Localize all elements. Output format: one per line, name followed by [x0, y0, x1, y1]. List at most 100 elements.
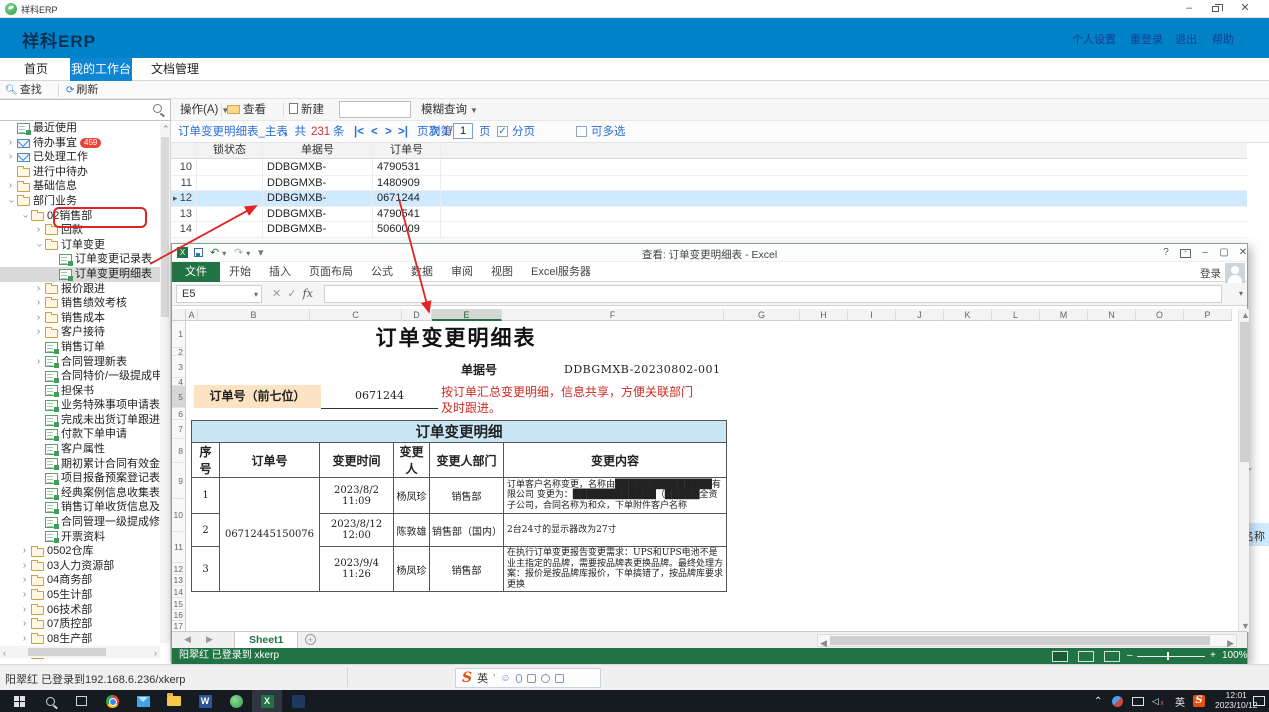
sidebar-item[interactable]: ›客户接待 — [0, 325, 170, 340]
chevron-collapsed-icon[interactable]: › — [18, 544, 31, 559]
column-letter[interactable]: H — [800, 309, 848, 321]
scroll-thumb[interactable] — [1240, 322, 1249, 462]
refresh-button[interactable]: ⟳刷新 — [66, 83, 98, 97]
find-button[interactable]: 🔍︎查找 — [5, 83, 42, 97]
table-row[interactable]: 14DDBGMXB-20230721-0035060009 — [171, 222, 1247, 238]
chevron-collapsed-icon[interactable]: › — [32, 355, 45, 370]
page-break-view-icon[interactable] — [1104, 651, 1120, 662]
sidebar-hscrollbar[interactable]: ‹ › — [0, 646, 160, 658]
zoom-level[interactable]: 100% — [1222, 648, 1248, 664]
sidebar-item[interactable]: 合同特价/一级提成申请 — [0, 369, 170, 384]
formula-input[interactable] — [324, 285, 1222, 303]
select-all-corner[interactable] — [172, 309, 186, 321]
column-letter[interactable]: G — [724, 309, 800, 321]
excel-close-button[interactable]: ✕ — [1234, 246, 1252, 260]
sidebar-item[interactable]: ›回款 — [0, 223, 170, 238]
column-letter[interactable]: D — [402, 309, 432, 321]
ime-punct-icon[interactable]: ’ — [493, 673, 495, 684]
sidebar-item[interactable]: ›销售绩效考核 — [0, 296, 170, 311]
column-letter[interactable]: L — [992, 309, 1040, 321]
column-letter[interactable]: J — [896, 309, 944, 321]
last-page-button[interactable]: >| — [398, 125, 408, 139]
chevron-collapsed-icon[interactable]: › — [32, 325, 45, 340]
paging-checkbox[interactable]: ✓ — [497, 126, 508, 137]
column-letter[interactable]: B — [198, 309, 310, 321]
sidebar-item[interactable]: 客户属性 — [0, 442, 170, 457]
row-number[interactable]: 2 — [172, 348, 186, 356]
help-button[interactable]: ? — [1157, 246, 1175, 260]
sidebar-item[interactable]: ›02销售部 — [0, 209, 170, 224]
task-view-button[interactable] — [66, 690, 96, 712]
sidebar-item[interactable]: ›销售成本 — [0, 311, 170, 326]
column-letter[interactable]: P — [1184, 309, 1232, 321]
scroll-left-icon[interactable]: ‹ — [3, 648, 6, 658]
sidebar-item[interactable]: ›06技术部 — [0, 603, 170, 618]
app-button[interactable] — [283, 690, 313, 712]
sidebar-item[interactable]: 完成未出货订单跟进表 — [0, 413, 170, 428]
sidebar-item[interactable]: 付款下单申请 — [0, 427, 170, 442]
sidebar-item[interactable]: 业务特殊事项申请表 — [0, 398, 170, 413]
column-headers[interactable]: ABCDEFGHIJKLMNOP — [186, 309, 1232, 321]
column-letter[interactable]: F — [502, 309, 724, 321]
ribbon-options-icon[interactable]: ⌃ — [1180, 249, 1191, 258]
zoom-slider-knob[interactable] — [1167, 652, 1169, 660]
ime-toolbar[interactable]: S 英 ’ ☺ — [455, 668, 601, 688]
table-row[interactable]: 10DDBGMXB-20230816-0014790531 — [171, 160, 1247, 176]
ribbon-tab[interactable]: 数据 — [402, 262, 442, 282]
minimize-button[interactable]: – — [1178, 2, 1200, 16]
chevron-expanded-icon[interactable]: › — [3, 195, 18, 208]
sidebar-item[interactable]: 经典案例信息收集表 — [0, 486, 170, 501]
chevron-collapsed-icon[interactable]: › — [18, 588, 31, 603]
fx-icon[interactable]: fx — [303, 287, 313, 300]
link-personal-settings[interactable]: 个人设置 — [1072, 31, 1116, 47]
goto-page-input[interactable] — [453, 123, 473, 139]
chevron-collapsed-icon[interactable]: › — [18, 632, 31, 647]
excel-taskbar-button[interactable]: X — [252, 690, 282, 712]
restore-button[interactable] — [1212, 6, 1219, 12]
erp-app-button[interactable] — [221, 690, 251, 712]
sidebar-item[interactable]: 最近使用 — [0, 121, 170, 136]
row-number[interactable]: 10 — [172, 499, 186, 532]
sidebar-vscrollbar[interactable]: ⌃ — [160, 123, 170, 643]
zoom-slider[interactable] — [1137, 656, 1205, 657]
scroll-thumb[interactable] — [830, 636, 1210, 645]
sidebar-item[interactable]: 订单变更记录表 — [0, 252, 170, 267]
search-icon[interactable] — [153, 104, 162, 113]
row-number[interactable]: 5 — [172, 386, 186, 408]
excel-login-link[interactable]: 登录 — [1200, 266, 1221, 281]
sidebar-item[interactable]: ›03人力资源部 — [0, 559, 170, 574]
ribbon-tab[interactable]: Excel服务器 — [522, 262, 600, 282]
sidebar-item[interactable]: 销售订单收货信息及下单备 — [0, 500, 170, 515]
sidebar-item[interactable]: 期初累计合同有效金额 — [0, 457, 170, 472]
multiselect-checkbox[interactable] — [576, 126, 587, 137]
ribbon-tab[interactable]: 页面布局 — [300, 262, 362, 282]
sidebar-item[interactable]: ›07质控部 — [0, 617, 170, 632]
chevron-collapsed-icon[interactable]: › — [32, 296, 45, 311]
sidebar-item[interactable]: 担保书 — [0, 384, 170, 399]
ime-lang-mode[interactable]: 英 — [477, 670, 488, 686]
link-relogin[interactable]: 重登录 — [1130, 31, 1163, 47]
chevron-expanded-icon[interactable]: › — [31, 239, 46, 252]
sidebar-item[interactable]: ›基础信息 — [0, 179, 170, 194]
zoom-in-button[interactable]: + — [1210, 648, 1216, 664]
emoji-icon[interactable]: ☺ — [500, 673, 510, 684]
chevron-collapsed-icon[interactable]: › — [18, 603, 31, 618]
network-icon[interactable] — [1132, 690, 1144, 712]
chevron-expanded-icon[interactable]: › — [17, 209, 32, 222]
new-button[interactable]: 新建 — [289, 102, 324, 118]
word-button[interactable]: W — [190, 690, 220, 712]
column-letter[interactable]: C — [310, 309, 402, 321]
sidebar-item[interactable]: ›08生产部 — [0, 632, 170, 647]
column-letter[interactable]: E — [432, 309, 502, 321]
sidebar-item[interactable]: ›04商务部 — [0, 573, 170, 588]
mail-button[interactable] — [128, 690, 158, 712]
scroll-down-icon[interactable]: ▼ — [1241, 621, 1250, 631]
formula-buttons[interactable]: ✕ ✓ fx — [272, 287, 313, 300]
chevron-collapsed-icon[interactable]: › — [18, 617, 31, 632]
scroll-thumb[interactable] — [28, 648, 106, 656]
row-number[interactable]: 9 — [172, 463, 186, 499]
prev-page-button[interactable]: < — [371, 125, 378, 139]
ribbon-tab[interactable]: 审阅 — [442, 262, 482, 282]
sheet-prev-icon[interactable]: ◀ — [184, 634, 191, 645]
column-letter[interactable]: I — [848, 309, 896, 321]
